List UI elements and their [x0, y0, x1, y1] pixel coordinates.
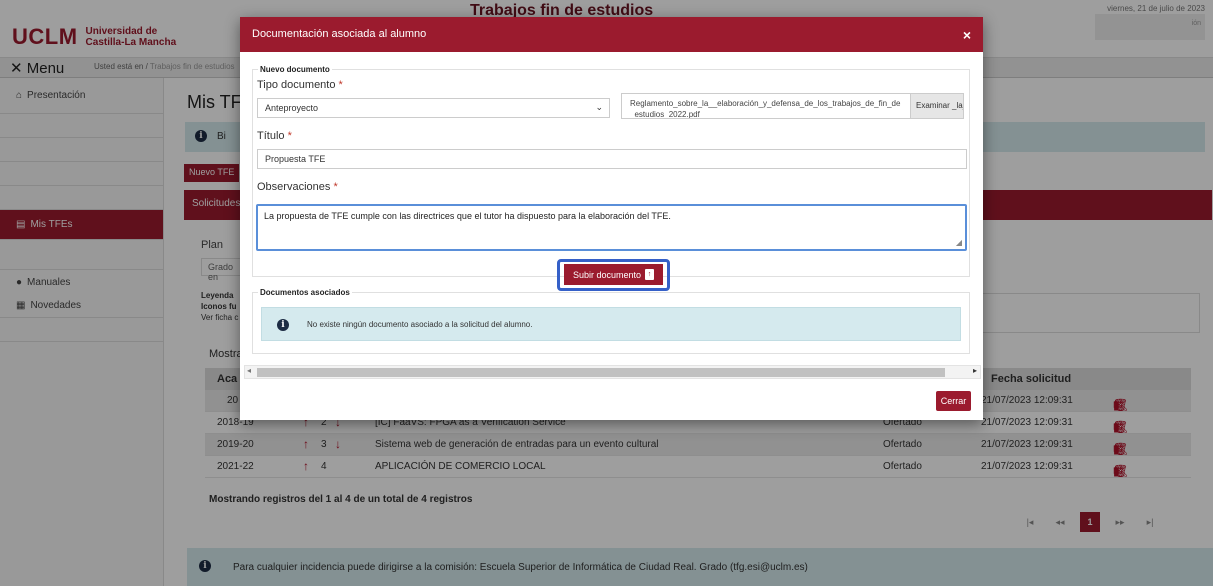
tipo-documento-select[interactable]: Anteproyecto ⌄: [257, 98, 610, 118]
file-input[interactable]: Reglamento_sobre_la__elaboración_y_defen…: [621, 93, 964, 119]
titulo-input[interactable]: Propuesta TFE: [257, 149, 967, 169]
associated-documents-fieldset: Documentos asociados i No existe ningún …: [252, 288, 970, 354]
new-document-legend: Nuevo documento: [258, 65, 332, 74]
no-documents-alert: i No existe ningún documento asociado a …: [261, 307, 961, 341]
new-document-fieldset: Nuevo documento Tipo documento * Antepro…: [252, 65, 970, 291]
resize-handle-icon[interactable]: ◢: [956, 238, 962, 247]
chevron-down-icon: ⌄: [595, 102, 603, 112]
upload-file-icon: ↑: [645, 269, 655, 280]
observaciones-label: Observaciones *: [257, 181, 338, 193]
info-icon: i: [277, 319, 289, 331]
modal-title: Documentación asociada al alumno: [252, 28, 427, 40]
browse-button[interactable]: Examinar _la_l: [910, 94, 963, 118]
modal-header: Documentación asociada al alumno ×: [240, 17, 983, 52]
scroll-right-icon[interactable]: ▸: [973, 366, 977, 375]
scrollbar-thumb[interactable]: [257, 368, 945, 377]
file-name: Reglamento_sobre_la__elaboración_y_defen…: [630, 99, 901, 119]
associated-documents-legend: Documentos asociados: [258, 288, 352, 297]
documentation-modal: Documentación asociada al alumno × Nuevo…: [240, 17, 983, 420]
tipo-documento-label: Tipo documento *: [257, 79, 343, 91]
scroll-left-icon[interactable]: ◂: [247, 366, 251, 375]
close-icon[interactable]: ×: [963, 27, 971, 43]
horizontal-scrollbar[interactable]: ◂ ▸: [244, 365, 981, 379]
close-button[interactable]: Cerrar: [936, 391, 971, 411]
upload-document-button[interactable]: Subir documento ↑: [564, 264, 663, 285]
titulo-label: Título *: [257, 130, 292, 142]
observaciones-textarea[interactable]: La propuesta de TFE cumple con las direc…: [256, 204, 967, 251]
